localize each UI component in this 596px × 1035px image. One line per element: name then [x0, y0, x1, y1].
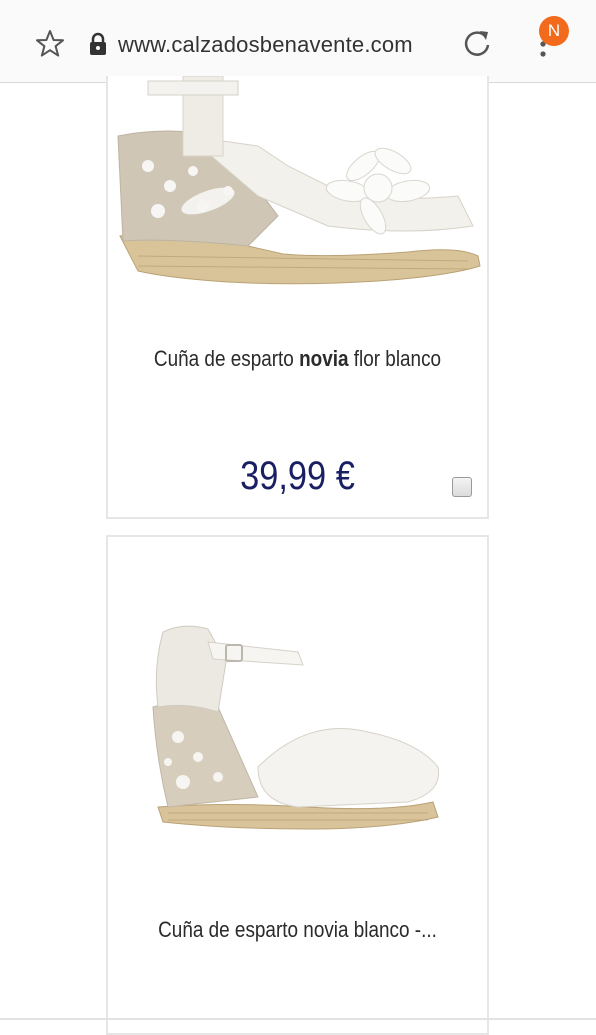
star-icon[interactable] — [34, 28, 66, 60]
product-price: 39,99 € — [240, 454, 355, 498]
notification-badge: N — [539, 16, 569, 46]
product-name-part: flor blanco — [348, 346, 442, 371]
product-image[interactable] — [108, 76, 488, 296]
browser-toolbar: www.calzadosbenavente.com N — [0, 0, 596, 83]
product-name[interactable]: Cuña de esparto novia flor blanco — [135, 346, 461, 372]
product-image[interactable] — [108, 607, 488, 877]
lock-icon — [90, 32, 106, 55]
product-name[interactable]: Cuña de esparto novia blanco -... — [135, 917, 461, 943]
url-bar[interactable]: www.calzadosbenavente.com — [118, 30, 448, 60]
product-name-highlight: novia — [299, 346, 349, 371]
page-divider — [0, 1018, 596, 1020]
reload-icon[interactable] — [461, 28, 493, 60]
product-name-part: Cuña de esparto — [153, 346, 300, 371]
compare-checkbox[interactable] — [452, 477, 472, 497]
product-card[interactable]: Cuña de esparto novia blanco -... — [106, 535, 489, 1035]
product-card[interactable]: Cuña de esparto novia flor blanco 39,99 … — [106, 76, 489, 519]
